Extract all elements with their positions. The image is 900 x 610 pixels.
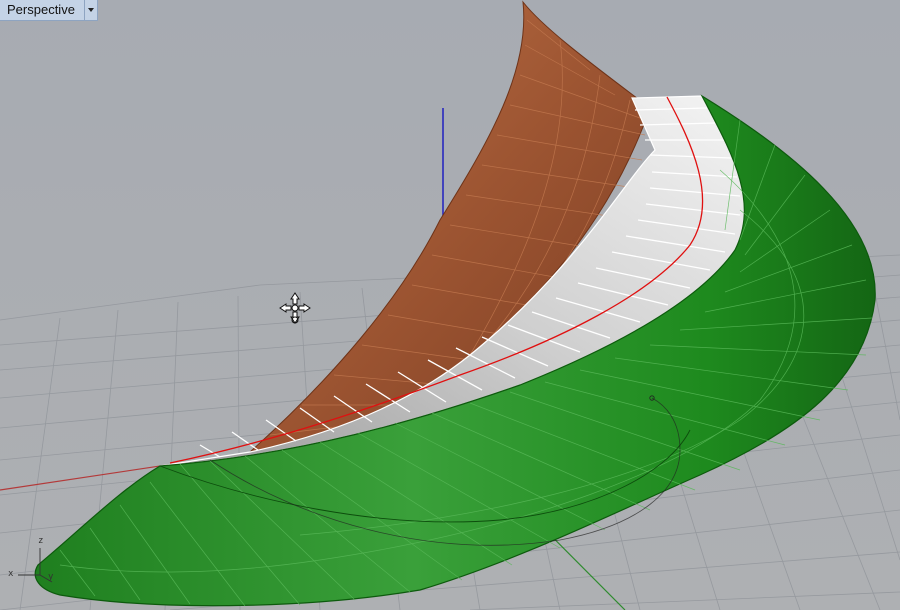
move-cursor-icon <box>279 292 311 324</box>
axis-icon-z-label: z <box>38 536 44 546</box>
scene-3d[interactable] <box>0 0 900 610</box>
dropdown-arrow-icon <box>87 8 94 12</box>
perspective-viewport[interactable]: z x y Perspective <box>0 0 900 610</box>
viewport-menu-button[interactable] <box>83 0 97 20</box>
viewport-title-tab[interactable]: Perspective <box>0 0 98 21</box>
axis-icon-y-label: y <box>48 572 54 582</box>
axis-icon-x-label: x <box>8 569 14 579</box>
viewport-title[interactable]: Perspective <box>0 0 84 20</box>
